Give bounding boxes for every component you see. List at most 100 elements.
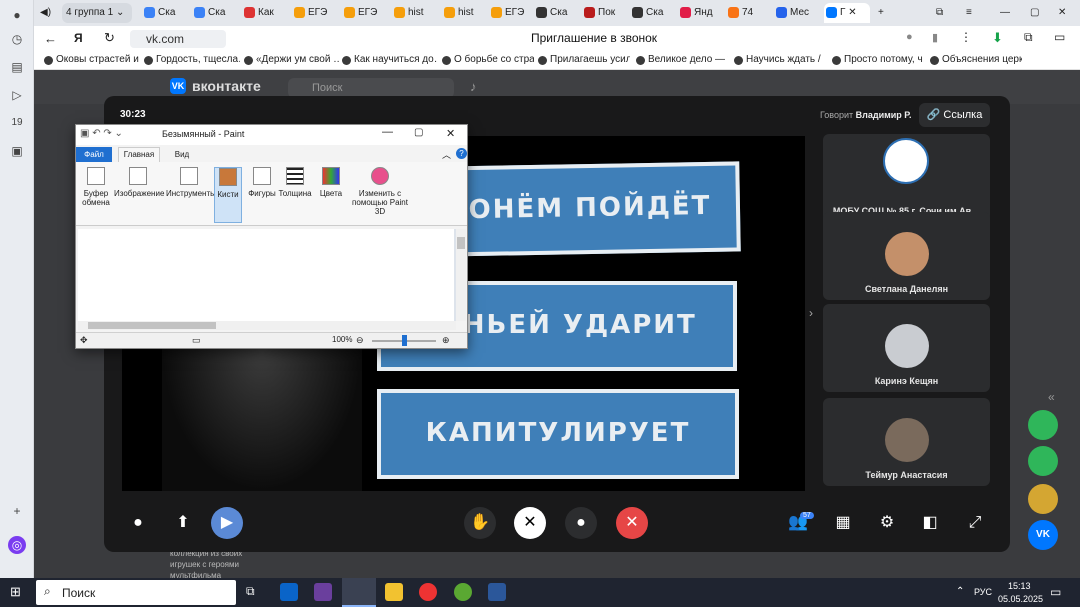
paint-file-tab[interactable]: Файл [76, 147, 112, 162]
collapse-ribbon-icon[interactable]: ︿ [442, 148, 451, 161]
chat-icon[interactable]: ● [122, 507, 154, 539]
more-icon[interactable]: ⋮ [960, 30, 972, 44]
bookmark-item[interactable]: Прилагаешь усил… [538, 54, 630, 65]
tab-11[interactable]: Ска [630, 3, 674, 23]
download-icon[interactable]: ⬇ [992, 30, 1003, 46]
vertical-scrollbar[interactable] [456, 229, 466, 321]
tab-1[interactable]: Ска [142, 3, 186, 23]
screen-share-icon[interactable]: ⬆ [167, 507, 199, 539]
next-arrow-icon[interactable]: › [809, 306, 813, 320]
maximize-button[interactable]: ▢ [1026, 3, 1046, 23]
speaker-icon[interactable]: ◀) [34, 3, 58, 23]
extensions-icon[interactable]: ⧉ [1024, 30, 1033, 45]
paint-canvas[interactable] [78, 229, 454, 321]
fullscreen-icon[interactable]: ⤢ [959, 507, 991, 539]
bookmark-item[interactable]: Гордость, тщесла… [144, 54, 240, 65]
tray-chevron-icon[interactable]: ⌃ [956, 586, 964, 597]
bookmark-item[interactable]: Объяснения церк… [930, 54, 1022, 65]
notifications-center-icon[interactable]: ▭ [1050, 585, 1061, 599]
reload-icon[interactable]: ↻ [104, 30, 115, 46]
tab-8[interactable]: ЕГЭ [489, 3, 533, 23]
tab-4[interactable]: ЕГЭ [292, 3, 336, 23]
tab-group[interactable]: 4 группа 1 ⌄ [62, 3, 132, 23]
grid-view-icon[interactable]: ▦ [827, 507, 859, 539]
bookmark-item[interactable]: Как научиться до… [342, 54, 438, 65]
sidebar-toggle-icon[interactable]: ▭ [1054, 30, 1065, 44]
bookmark-item[interactable]: О борьбе со стра… [442, 54, 534, 65]
notifications-icon[interactable]: ♪ [470, 79, 477, 94]
games-icon[interactable] [1028, 484, 1058, 514]
paint-maximize-button[interactable]: ▢ [414, 127, 423, 138]
tab-9[interactable]: Ска [534, 3, 578, 23]
raise-hand-button[interactable]: ✋ [464, 507, 496, 539]
size-group[interactable]: Толщина [278, 167, 312, 223]
bookmark-item[interactable]: Оковы страстей и… [44, 54, 140, 65]
tab-active[interactable]: Г ✕ [824, 3, 870, 23]
clipboard-group[interactable]: Буфер обмена [80, 167, 112, 223]
camera-off-button[interactable]: ✕ [514, 507, 546, 539]
shapes-group[interactable]: Фигуры [246, 167, 278, 223]
help-icon[interactable]: ? [456, 148, 467, 159]
windows-start-icon[interactable]: ⊞ [10, 584, 21, 600]
zoom-slider[interactable] [372, 335, 436, 346]
end-call-button[interactable]: ✕ [616, 507, 648, 539]
zoom-thumb[interactable] [402, 335, 407, 346]
paint-minimize-button[interactable]: — [382, 126, 393, 138]
bookmark-item[interactable]: «Держи ум свой … [244, 54, 340, 65]
bookmark-item[interactable]: Великое дело — у… [636, 54, 728, 65]
bookmark-item[interactable]: Научись ждать / … [734, 54, 824, 65]
tools-group[interactable]: Инструменты [166, 167, 216, 223]
colors-group[interactable]: Цвета [316, 167, 346, 223]
paint-home-tab[interactable]: Главная [118, 147, 160, 162]
app-icon[interactable] [314, 583, 332, 601]
outlook-icon[interactable] [280, 583, 298, 601]
paint-close-button[interactable]: ✕ [446, 127, 455, 140]
collapse-panel-icon[interactable]: « [1048, 390, 1055, 404]
tab-2[interactable]: Ска [192, 3, 236, 23]
microphone-button[interactable]: ● [565, 507, 597, 539]
tab-10[interactable]: Пок [582, 3, 626, 23]
new-tab-button[interactable]: + [874, 3, 894, 23]
minimize-button[interactable]: — [996, 3, 1016, 23]
url-field[interactable]: vk.com [130, 30, 226, 48]
effects-button[interactable]: ▶ [211, 507, 243, 539]
yandex-browser-icon[interactable] [419, 583, 437, 601]
bookmark-item[interactable]: Просто потому, ч… [832, 54, 924, 65]
close-window-button[interactable]: ✕ [1054, 3, 1074, 23]
vk-app-icon[interactable]: VK [1028, 520, 1058, 550]
alice-icon[interactable]: ◎ [8, 536, 26, 554]
history-icon[interactable]: ◷ [8, 30, 26, 48]
paint-taskbar-icon[interactable] [342, 578, 376, 607]
menu-icon[interactable]: ≡ [962, 3, 982, 23]
clock-time[interactable]: 15:13 [1008, 581, 1031, 591]
paint3d-group[interactable]: Изменить с помощью Paint 3D [348, 167, 412, 223]
calendar-icon[interactable]: 19 [8, 114, 26, 132]
word-icon[interactable] [488, 583, 506, 601]
brushes-group[interactable]: Кисти [214, 167, 242, 223]
zoom-out-icon[interactable]: ⊖ [356, 335, 364, 346]
paint-view-tab[interactable]: Вид [170, 147, 194, 162]
link-button[interactable]: 🔗 Ссылка [919, 103, 990, 127]
explorer-icon[interactable] [385, 583, 403, 601]
tabs-overview-icon[interactable]: ⧉ [932, 3, 952, 23]
play-icon[interactable]: ▷ [8, 86, 26, 104]
tab-6[interactable]: hist [392, 3, 436, 23]
paint-quick-access-icon[interactable]: ▣ ↶ ↷ ⌄ [80, 128, 123, 139]
tab-5[interactable]: ЕГЭ [342, 3, 386, 23]
phone-icon[interactable] [1028, 446, 1058, 476]
gallery-icon[interactable]: ▣ [8, 142, 26, 160]
vk-search-input[interactable]: Поиск [288, 78, 454, 98]
image-group[interactable]: Изображение [114, 167, 164, 223]
profile-icon[interactable]: ● [8, 6, 26, 24]
zoom-in-icon[interactable]: ⊕ [442, 335, 450, 346]
horizontal-scrollbar[interactable] [78, 321, 456, 330]
taskbar-search-field[interactable]: ⌕ Поиск [36, 580, 236, 605]
torrent-icon[interactable] [454, 583, 472, 601]
task-view-icon[interactable]: ⧉ [246, 584, 255, 599]
tab-12[interactable]: Янд [678, 3, 722, 23]
vk-logo-icon[interactable]: VK [170, 78, 186, 94]
yandex-icon[interactable]: Я [74, 31, 83, 45]
tab-14[interactable]: Мес [774, 3, 820, 23]
tab-13[interactable]: 74 [726, 3, 770, 23]
mic-status-icon[interactable]: ● [906, 31, 913, 43]
